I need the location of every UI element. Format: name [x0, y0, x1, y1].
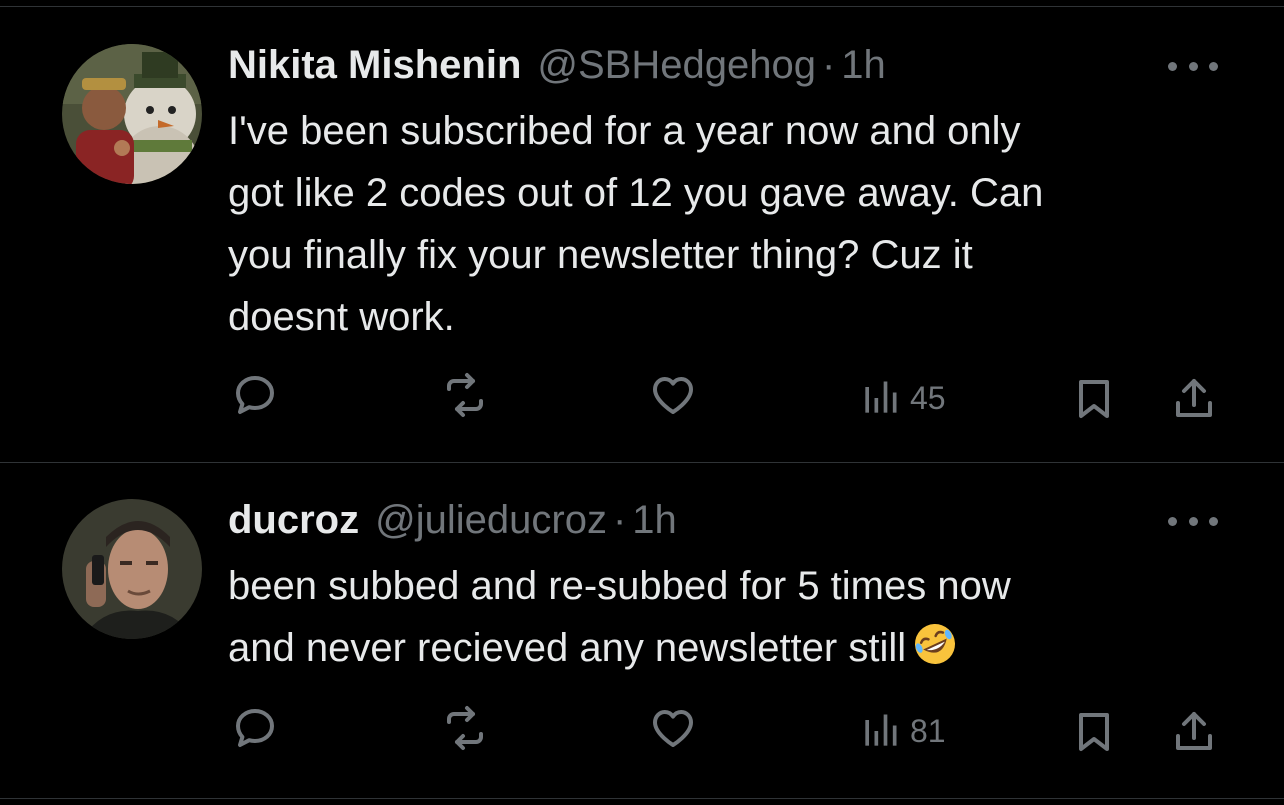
- tweet-text: I've been subscribed for a year now and …: [228, 109, 1044, 339]
- tweet-text-content: been subbed and re-subbed for 5 times no…: [228, 564, 1011, 670]
- share-icon[interactable]: [1164, 369, 1224, 429]
- rolling-on-floor-laughing-emoji: [912, 621, 958, 685]
- timestamp[interactable]: 1h: [841, 40, 886, 90]
- tweet-1[interactable]: Nikita Mishenin @SBHedgehog · 1h I've be…: [0, 0, 1284, 462]
- bottom-divider: [0, 798, 1284, 799]
- author-handle[interactable]: @julieducroz: [375, 495, 607, 545]
- separator-dot: ·: [612, 498, 627, 542]
- separator-dot: ·: [821, 43, 836, 87]
- author-name[interactable]: Nikita Mishenin: [228, 40, 521, 90]
- bookmark-icon[interactable]: [1064, 702, 1124, 762]
- more-icon[interactable]: [1168, 509, 1218, 533]
- views-icon: [865, 381, 897, 413]
- timestamp[interactable]: 1h: [632, 495, 677, 545]
- retweet-icon[interactable]: [435, 698, 495, 758]
- bookmark-icon[interactable]: [1064, 369, 1124, 429]
- tweet-2[interactable]: ducroz @julieducroz · 1h been subbed and…: [0, 463, 1284, 799]
- share-icon[interactable]: [1164, 702, 1224, 762]
- reply-icon[interactable]: [225, 365, 285, 425]
- views-icon: [865, 714, 897, 746]
- retweet-icon[interactable]: [435, 365, 495, 425]
- author-name[interactable]: ducroz: [228, 495, 359, 545]
- author-handle[interactable]: @SBHedgehog: [537, 40, 816, 90]
- tweet-text: been subbed and re-subbed for 5 times no…: [228, 555, 1228, 685]
- reply-icon[interactable]: [225, 698, 285, 758]
- views-button[interactable]: 81: [858, 703, 946, 759]
- more-icon[interactable]: [1168, 54, 1218, 78]
- views-count: 45: [910, 379, 946, 416]
- avatar-ducroz[interactable]: [62, 499, 202, 639]
- avatar-nikita[interactable]: [62, 44, 202, 184]
- views-button[interactable]: 45: [858, 370, 946, 426]
- heart-icon[interactable]: [643, 698, 703, 758]
- views-count: 81: [910, 712, 946, 749]
- tweet-header: Nikita Mishenin @SBHedgehog · 1h: [228, 40, 886, 90]
- tweet-header: ducroz @julieducroz · 1h: [228, 495, 677, 545]
- heart-icon[interactable]: [643, 365, 703, 425]
